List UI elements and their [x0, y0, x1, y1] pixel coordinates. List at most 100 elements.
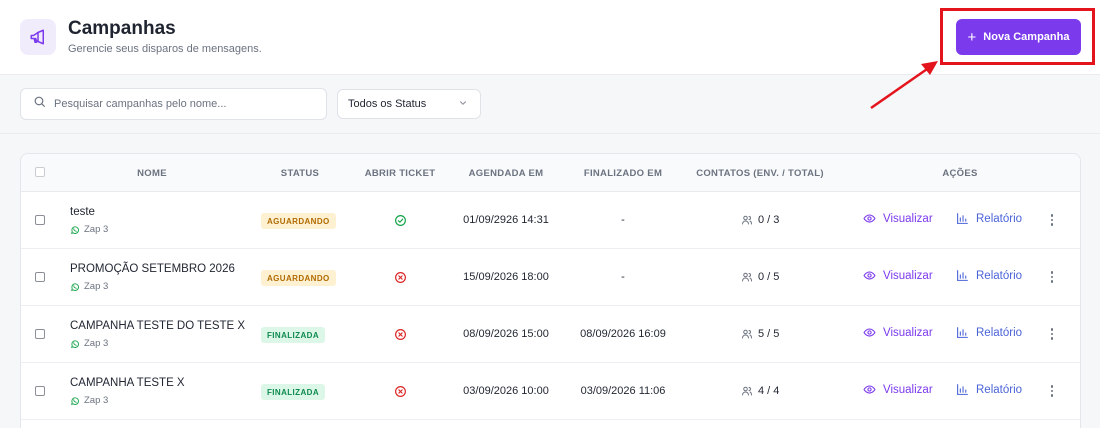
plus-icon: + — [967, 28, 977, 46]
chevron-down-icon — [458, 98, 468, 111]
view-label: Visualizar — [883, 269, 933, 282]
section-divider — [0, 133, 1100, 134]
report-button[interactable]: Relatório — [956, 326, 1022, 339]
page-subtitle: Gerencie seus disparos de mensagens. — [68, 43, 262, 55]
finished-date: 08/09/2026 16:09 — [580, 328, 666, 340]
bar-chart-icon — [956, 326, 969, 339]
report-label: Relatório — [976, 326, 1023, 339]
page-title: Campanhas — [68, 18, 176, 39]
status-filter-value: Todos os Status — [348, 98, 427, 110]
check-circle-icon — [394, 214, 407, 227]
users-icon — [741, 385, 753, 397]
eye-icon — [863, 326, 876, 339]
connection-label: Zap 3 — [70, 281, 108, 292]
row-checkbox[interactable] — [35, 215, 45, 225]
scheduled-date: 15/09/2026 18:00 — [463, 271, 549, 283]
view-button[interactable]: Visualizar — [863, 212, 933, 225]
campaign-name: CAMPANHA TESTE X — [70, 377, 185, 389]
contacts-value: 4 / 4 — [758, 385, 780, 397]
new-campaign-label: Nova Campanha — [983, 31, 1070, 43]
status-badge: FINALIZADA — [261, 384, 325, 400]
scheduled-date: 01/09/2926 14:31 — [463, 214, 549, 226]
bar-chart-icon — [956, 269, 969, 282]
whatsapp-icon — [70, 282, 80, 292]
bar-chart-icon — [956, 212, 969, 225]
row-checkbox[interactable] — [35, 386, 45, 396]
more-options-icon[interactable] — [1047, 383, 1057, 399]
contacts-count: 0 / 5 — [741, 271, 779, 283]
column-header-ticket[interactable]: ABRIR TICKET — [365, 168, 436, 179]
contacts-value: 5 / 5 — [758, 328, 780, 340]
view-label: Visualizar — [883, 383, 933, 396]
view-button[interactable]: Visualizar — [863, 383, 933, 396]
finished-date: - — [621, 214, 625, 226]
campaign-name: CAMPANHA TESTE DO TESTE X — [70, 320, 246, 332]
search-box[interactable] — [20, 88, 327, 120]
view-button[interactable]: Visualizar — [863, 269, 933, 282]
campaign-name: PROMOÇÃO SETEMBRO 2026 — [70, 263, 235, 275]
x-circle-icon — [394, 328, 407, 341]
connection-label: Zap 3 — [70, 224, 108, 235]
connection-label: Zap 3 — [70, 338, 108, 349]
new-campaign-button[interactable]: + Nova Campanha — [956, 19, 1081, 55]
scheduled-date: 08/09/2026 15:00 — [463, 328, 549, 340]
contacts-value: 0 / 3 — [758, 214, 780, 226]
search-icon — [33, 95, 46, 113]
table-row: CAMPANHA TESTE DO TESTE X Zap 3 FINALIZADA… — [21, 306, 1080, 363]
scheduled-date: 03/09/2026 10:00 — [463, 385, 549, 397]
connection-name: Zap 3 — [84, 338, 109, 349]
contacts-count: 5 / 5 — [741, 328, 779, 340]
eye-icon — [863, 383, 876, 396]
table-row: teste Zap 3 AGUARDANDO 01/09/2926 14:31 - 0 /… — [21, 192, 1080, 249]
status-badge: AGUARDANDO — [261, 270, 336, 286]
select-all-checkbox[interactable] — [35, 167, 45, 177]
row-checkbox[interactable] — [35, 272, 45, 282]
view-label: Visualizar — [883, 326, 933, 339]
column-header-finished[interactable]: FINALIZADO EM — [584, 168, 662, 179]
table-row: CAMPANHA TESTE X Zap 3 FINALIZADA 03/09/202… — [21, 363, 1080, 420]
connection-name: Zap 3 — [84, 224, 109, 235]
status-badge: FINALIZADA — [261, 327, 325, 343]
whatsapp-icon — [70, 339, 80, 349]
status-filter-select[interactable]: Todos os Status — [337, 89, 481, 119]
users-icon — [741, 214, 753, 226]
connection-name: Zap 3 — [84, 395, 109, 406]
report-button[interactable]: Relatório — [956, 269, 1022, 282]
column-header-status[interactable]: STATUS — [281, 168, 319, 179]
table-header: NOME STATUS ABRIR TICKET AGENDADA EM FIN… — [21, 154, 1080, 192]
report-label: Relatório — [976, 383, 1023, 396]
finished-date: - — [621, 271, 625, 283]
status-badge: AGUARDANDO — [261, 213, 336, 229]
eye-icon — [863, 212, 876, 225]
column-header-name[interactable]: NOME — [137, 168, 167, 179]
contacts-count: 4 / 4 — [741, 385, 779, 397]
more-options-icon[interactable] — [1047, 326, 1057, 342]
campaigns-table: NOME STATUS ABRIR TICKET AGENDADA EM FIN… — [20, 153, 1081, 428]
report-button[interactable]: Relatório — [956, 212, 1022, 225]
whatsapp-icon — [70, 225, 80, 235]
x-circle-icon — [394, 385, 407, 398]
column-header-scheduled[interactable]: AGENDADA EM — [469, 168, 544, 179]
report-button[interactable]: Relatório — [956, 383, 1022, 396]
campaign-name: teste — [70, 206, 95, 218]
finished-date: 03/09/2026 11:06 — [580, 385, 666, 397]
report-label: Relatório — [976, 212, 1023, 225]
row-checkbox[interactable] — [35, 329, 45, 339]
connection-label: Zap 3 — [70, 395, 108, 406]
x-circle-icon — [394, 271, 407, 284]
megaphone-icon — [20, 19, 56, 55]
more-options-icon[interactable] — [1047, 269, 1057, 285]
contacts-value: 0 / 5 — [758, 271, 780, 283]
more-options-icon[interactable] — [1047, 212, 1057, 228]
users-icon — [741, 271, 753, 283]
connection-name: Zap 3 — [84, 281, 109, 292]
page-header: Campanhas Gerencie seus disparos de mens… — [0, 0, 1100, 75]
column-header-contacts[interactable]: CONTATOS (ENV. / TOTAL) — [696, 168, 824, 179]
bar-chart-icon — [956, 383, 969, 396]
whatsapp-icon — [70, 396, 80, 406]
search-input[interactable] — [54, 98, 314, 110]
view-label: Visualizar — [883, 212, 933, 225]
view-button[interactable]: Visualizar — [863, 326, 933, 339]
users-icon — [741, 328, 753, 340]
contacts-count: 0 / 3 — [741, 214, 779, 226]
